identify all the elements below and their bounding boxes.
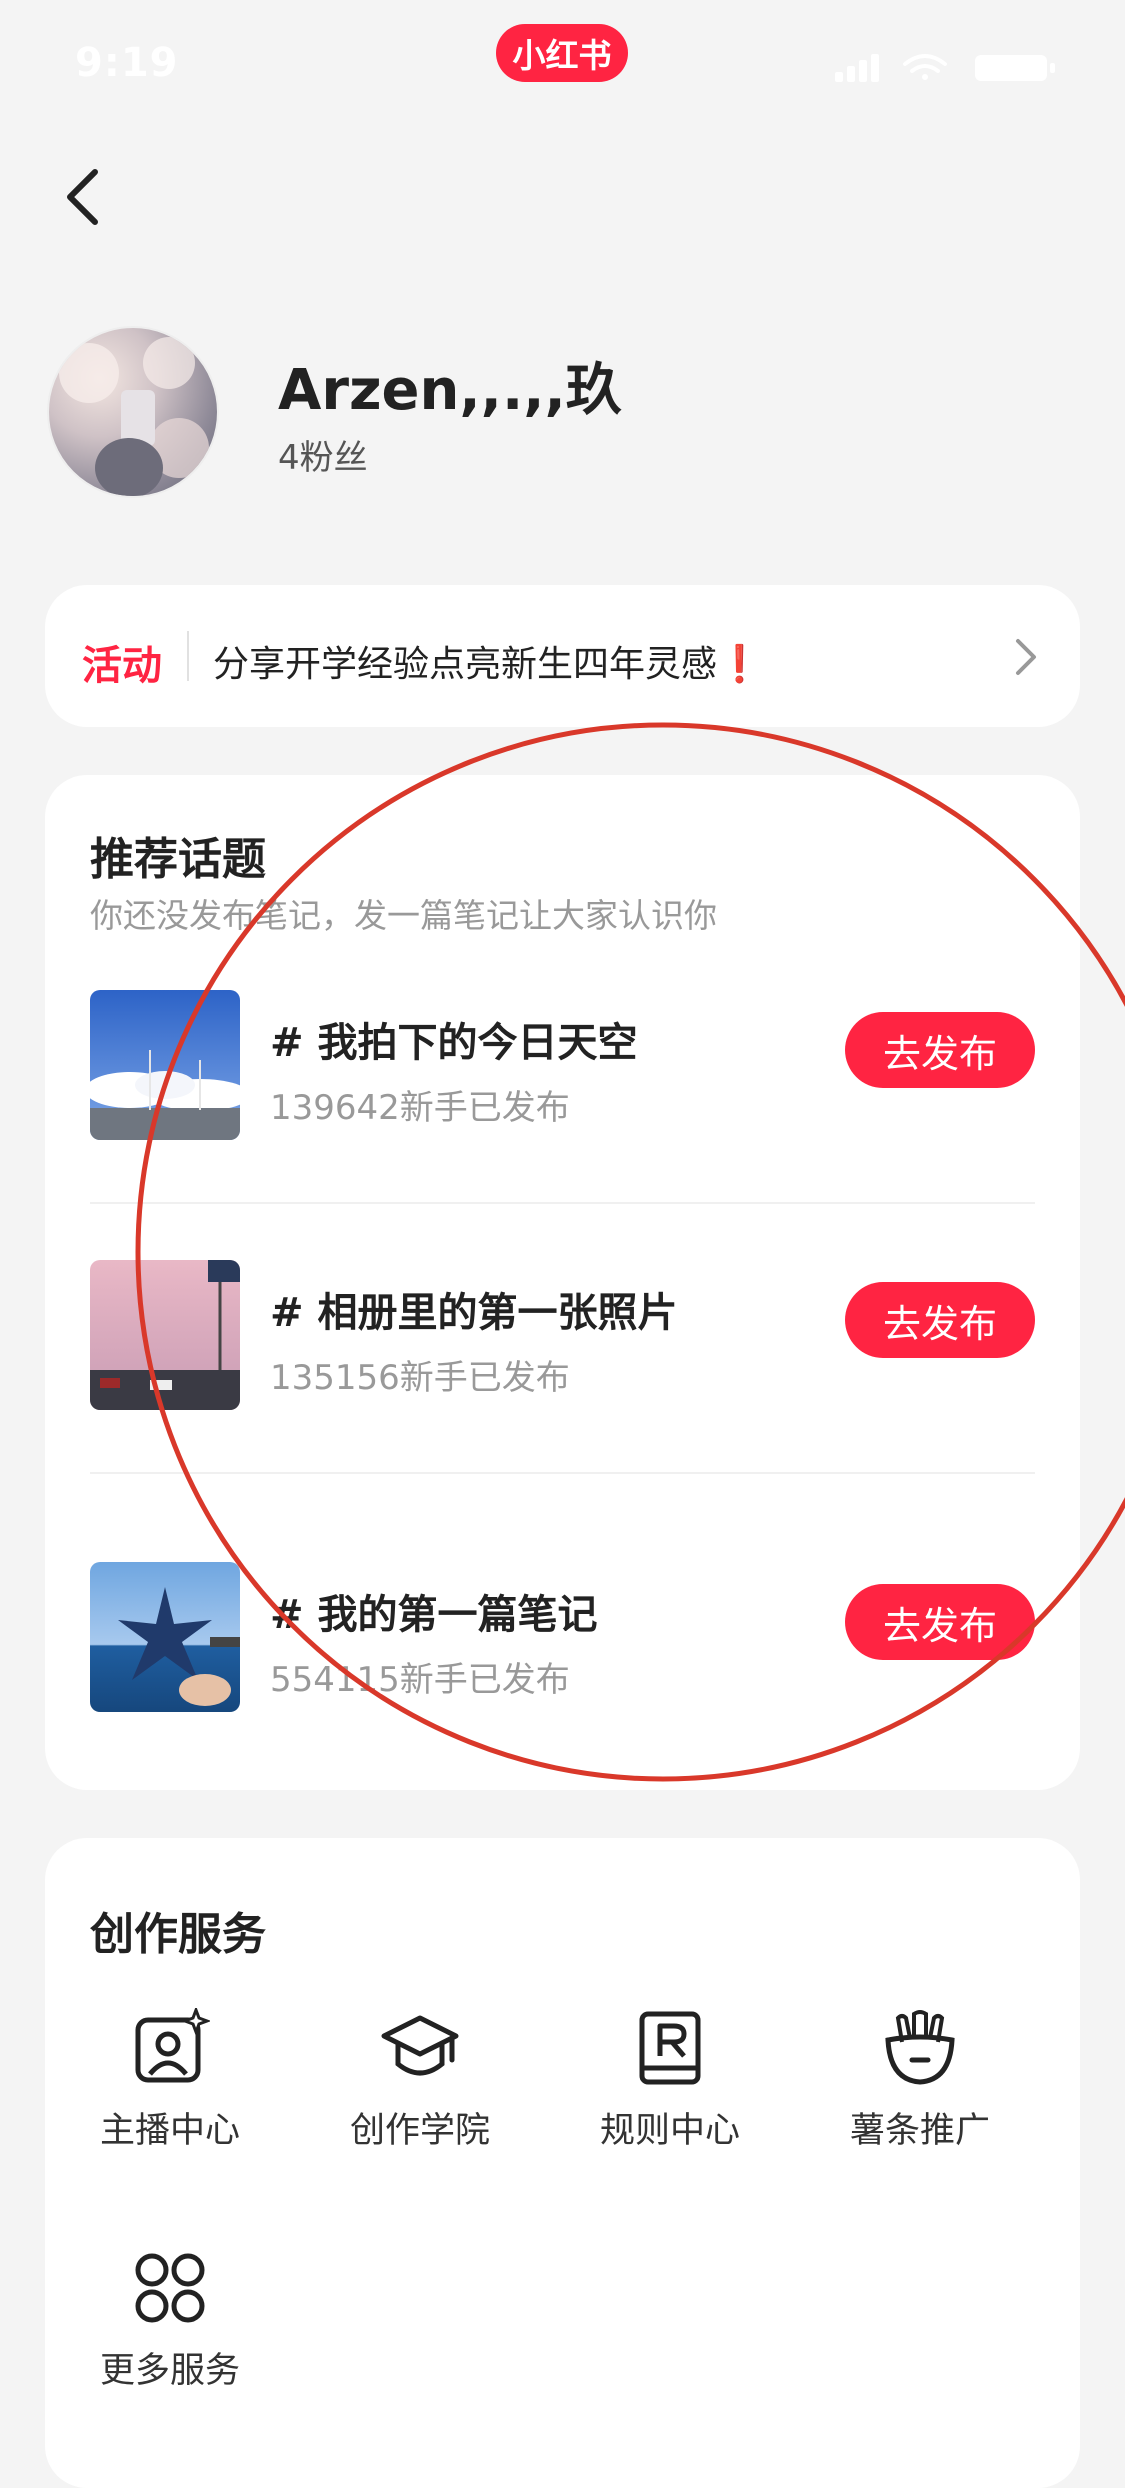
topic-count: 135156新手已发布 [270, 1358, 570, 1398]
topic-thumbnail-album [90, 1260, 240, 1410]
activity-tag: 活动 [82, 643, 162, 689]
status-time: 9:19 [75, 40, 179, 86]
topic-title: # 我拍下的今日天空 [270, 1020, 638, 1066]
graduation-cap-icon [381, 2015, 459, 2076]
creative-services-card: 创作服务 主播中心 创作学院 规则中心 薯条推广 更多服务 [45, 1838, 1080, 2488]
service-creator-academy[interactable]: 创作学院 [295, 2008, 545, 2153]
section-title: 推荐话题 [90, 834, 266, 885]
fries-icon [885, 2010, 955, 2085]
service-more[interactable]: 更多服务 [45, 2248, 295, 2393]
publish-button[interactable]: 去发布 [845, 1012, 1035, 1088]
activity-divider [187, 631, 189, 681]
service-fries-promotion[interactable]: 薯条推广 [795, 2008, 1045, 2153]
avatar[interactable] [47, 326, 219, 498]
section-title: 创作服务 [90, 1909, 266, 1960]
back-icon[interactable] [55, 162, 115, 232]
rules-book-icon [639, 2011, 701, 2085]
recommended-topics-card: 推荐话题 你还没发布笔记，发一篇笔记让大家认识你 # 我拍下的今日天空 1396… [45, 775, 1080, 1790]
user-name: Arzen,,.,,玖 [278, 358, 622, 423]
app-badge: 小红书 [496, 24, 628, 82]
service-label: 更多服务 [99, 2351, 240, 2391]
activity-banner[interactable]: 活动 分享开学经验点亮新生四年灵感❗ [45, 585, 1080, 727]
publish-button[interactable]: 去发布 [845, 1282, 1035, 1358]
topic-title: # 相册里的第一张照片 [270, 1290, 678, 1336]
topic-count: 554115新手已发布 [270, 1660, 570, 1700]
topic-row[interactable]: # 我拍下的今日天空 139642新手已发布 去发布 [45, 990, 1080, 1170]
topic-title: # 我的第一篇笔记 [270, 1592, 598, 1638]
fans-count[interactable]: 4粉丝 [278, 430, 368, 479]
service-label: 规则中心 [599, 2111, 740, 2151]
section-subtitle: 你还没发布笔记，发一篇笔记让大家认识你 [90, 896, 717, 935]
signal-icon [835, 54, 879, 82]
publish-button[interactable]: 去发布 [845, 1584, 1035, 1660]
more-grid-icon [135, 2253, 205, 2323]
service-streamer-center[interactable]: 主播中心 [45, 2008, 295, 2153]
topic-thumbnail-sky [90, 990, 240, 1140]
topic-row[interactable]: # 相册里的第一张照片 135156新手已发布 去发布 [45, 1260, 1080, 1440]
wifi-icon [903, 54, 947, 80]
battery-icon [975, 55, 1055, 81]
topic-count: 139642新手已发布 [270, 1088, 570, 1128]
service-label: 主播中心 [99, 2111, 240, 2151]
topic-thumbnail-starfish [90, 1562, 240, 1712]
service-label: 创作学院 [349, 2111, 490, 2151]
divider [90, 1472, 1035, 1474]
streamer-icon [135, 2008, 210, 2083]
service-label: 薯条推广 [849, 2111, 990, 2151]
topic-row[interactable]: # 我的第一篇笔记 554115新手已发布 去发布 [45, 1562, 1080, 1742]
chevron-right-icon [1016, 639, 1036, 675]
avatar-photo [59, 337, 209, 496]
status-indicators [835, 54, 1055, 82]
service-rules-center[interactable]: 规则中心 [545, 2008, 795, 2153]
activity-text: 分享开学经验点亮新生四年灵感❗ [213, 644, 762, 685]
divider [90, 1202, 1035, 1204]
